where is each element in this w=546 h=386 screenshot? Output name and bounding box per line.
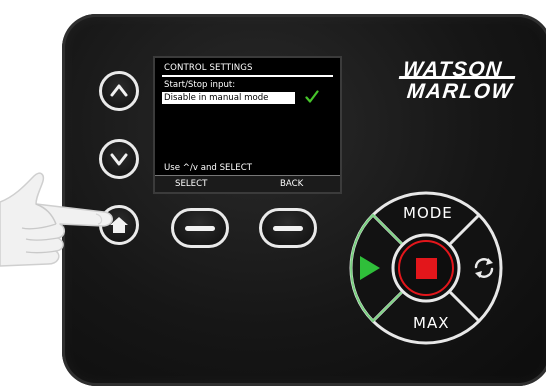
checkmark-icon <box>305 90 319 103</box>
mode-label: MODE <box>403 204 453 222</box>
direction-button[interactable] <box>464 238 504 298</box>
start-button[interactable] <box>348 238 388 298</box>
mode-button[interactable]: MODE <box>386 194 466 232</box>
brand-underline <box>398 76 516 79</box>
rotate-icon <box>474 258 494 278</box>
lcd-display: CONTROL SETTINGS Start/Stop input: Disab… <box>153 56 342 194</box>
softkey-labels-bar: SELECT BACK <box>155 175 340 192</box>
title-divider <box>162 75 333 77</box>
softkey-left-button[interactable] <box>171 208 229 248</box>
softkey-left-bar <box>185 226 215 231</box>
stop-icon <box>416 258 437 279</box>
selected-menu-item[interactable]: Disable in manual mode <box>162 92 295 104</box>
up-button[interactable] <box>99 71 139 111</box>
softkey-right-label: BACK <box>280 179 304 189</box>
chevron-down-icon <box>110 153 128 166</box>
brand-logo: WATSON MARLOW <box>397 58 516 106</box>
screen-title: CONTROL SETTINGS <box>164 63 253 73</box>
chevron-up-icon <box>110 84 128 97</box>
max-label: MAX <box>413 314 450 332</box>
softkey-left-label: SELECT <box>175 179 208 189</box>
setting-label: Start/Stop input: <box>164 80 236 90</box>
pointing-hand-illustration <box>0 172 113 267</box>
navigation-hint: Use ^/v and SELECT <box>164 163 252 173</box>
play-icon <box>360 256 380 280</box>
softkey-right-bar <box>273 226 303 231</box>
control-keypad: MODE MAX <box>340 188 510 348</box>
softkey-right-button[interactable] <box>259 208 317 248</box>
selected-menu-item-label: Disable in manual mode <box>164 93 269 103</box>
stop-button[interactable] <box>398 240 454 296</box>
brand-line-2: MARLOW <box>405 80 515 103</box>
max-button[interactable]: MAX <box>386 304 466 342</box>
